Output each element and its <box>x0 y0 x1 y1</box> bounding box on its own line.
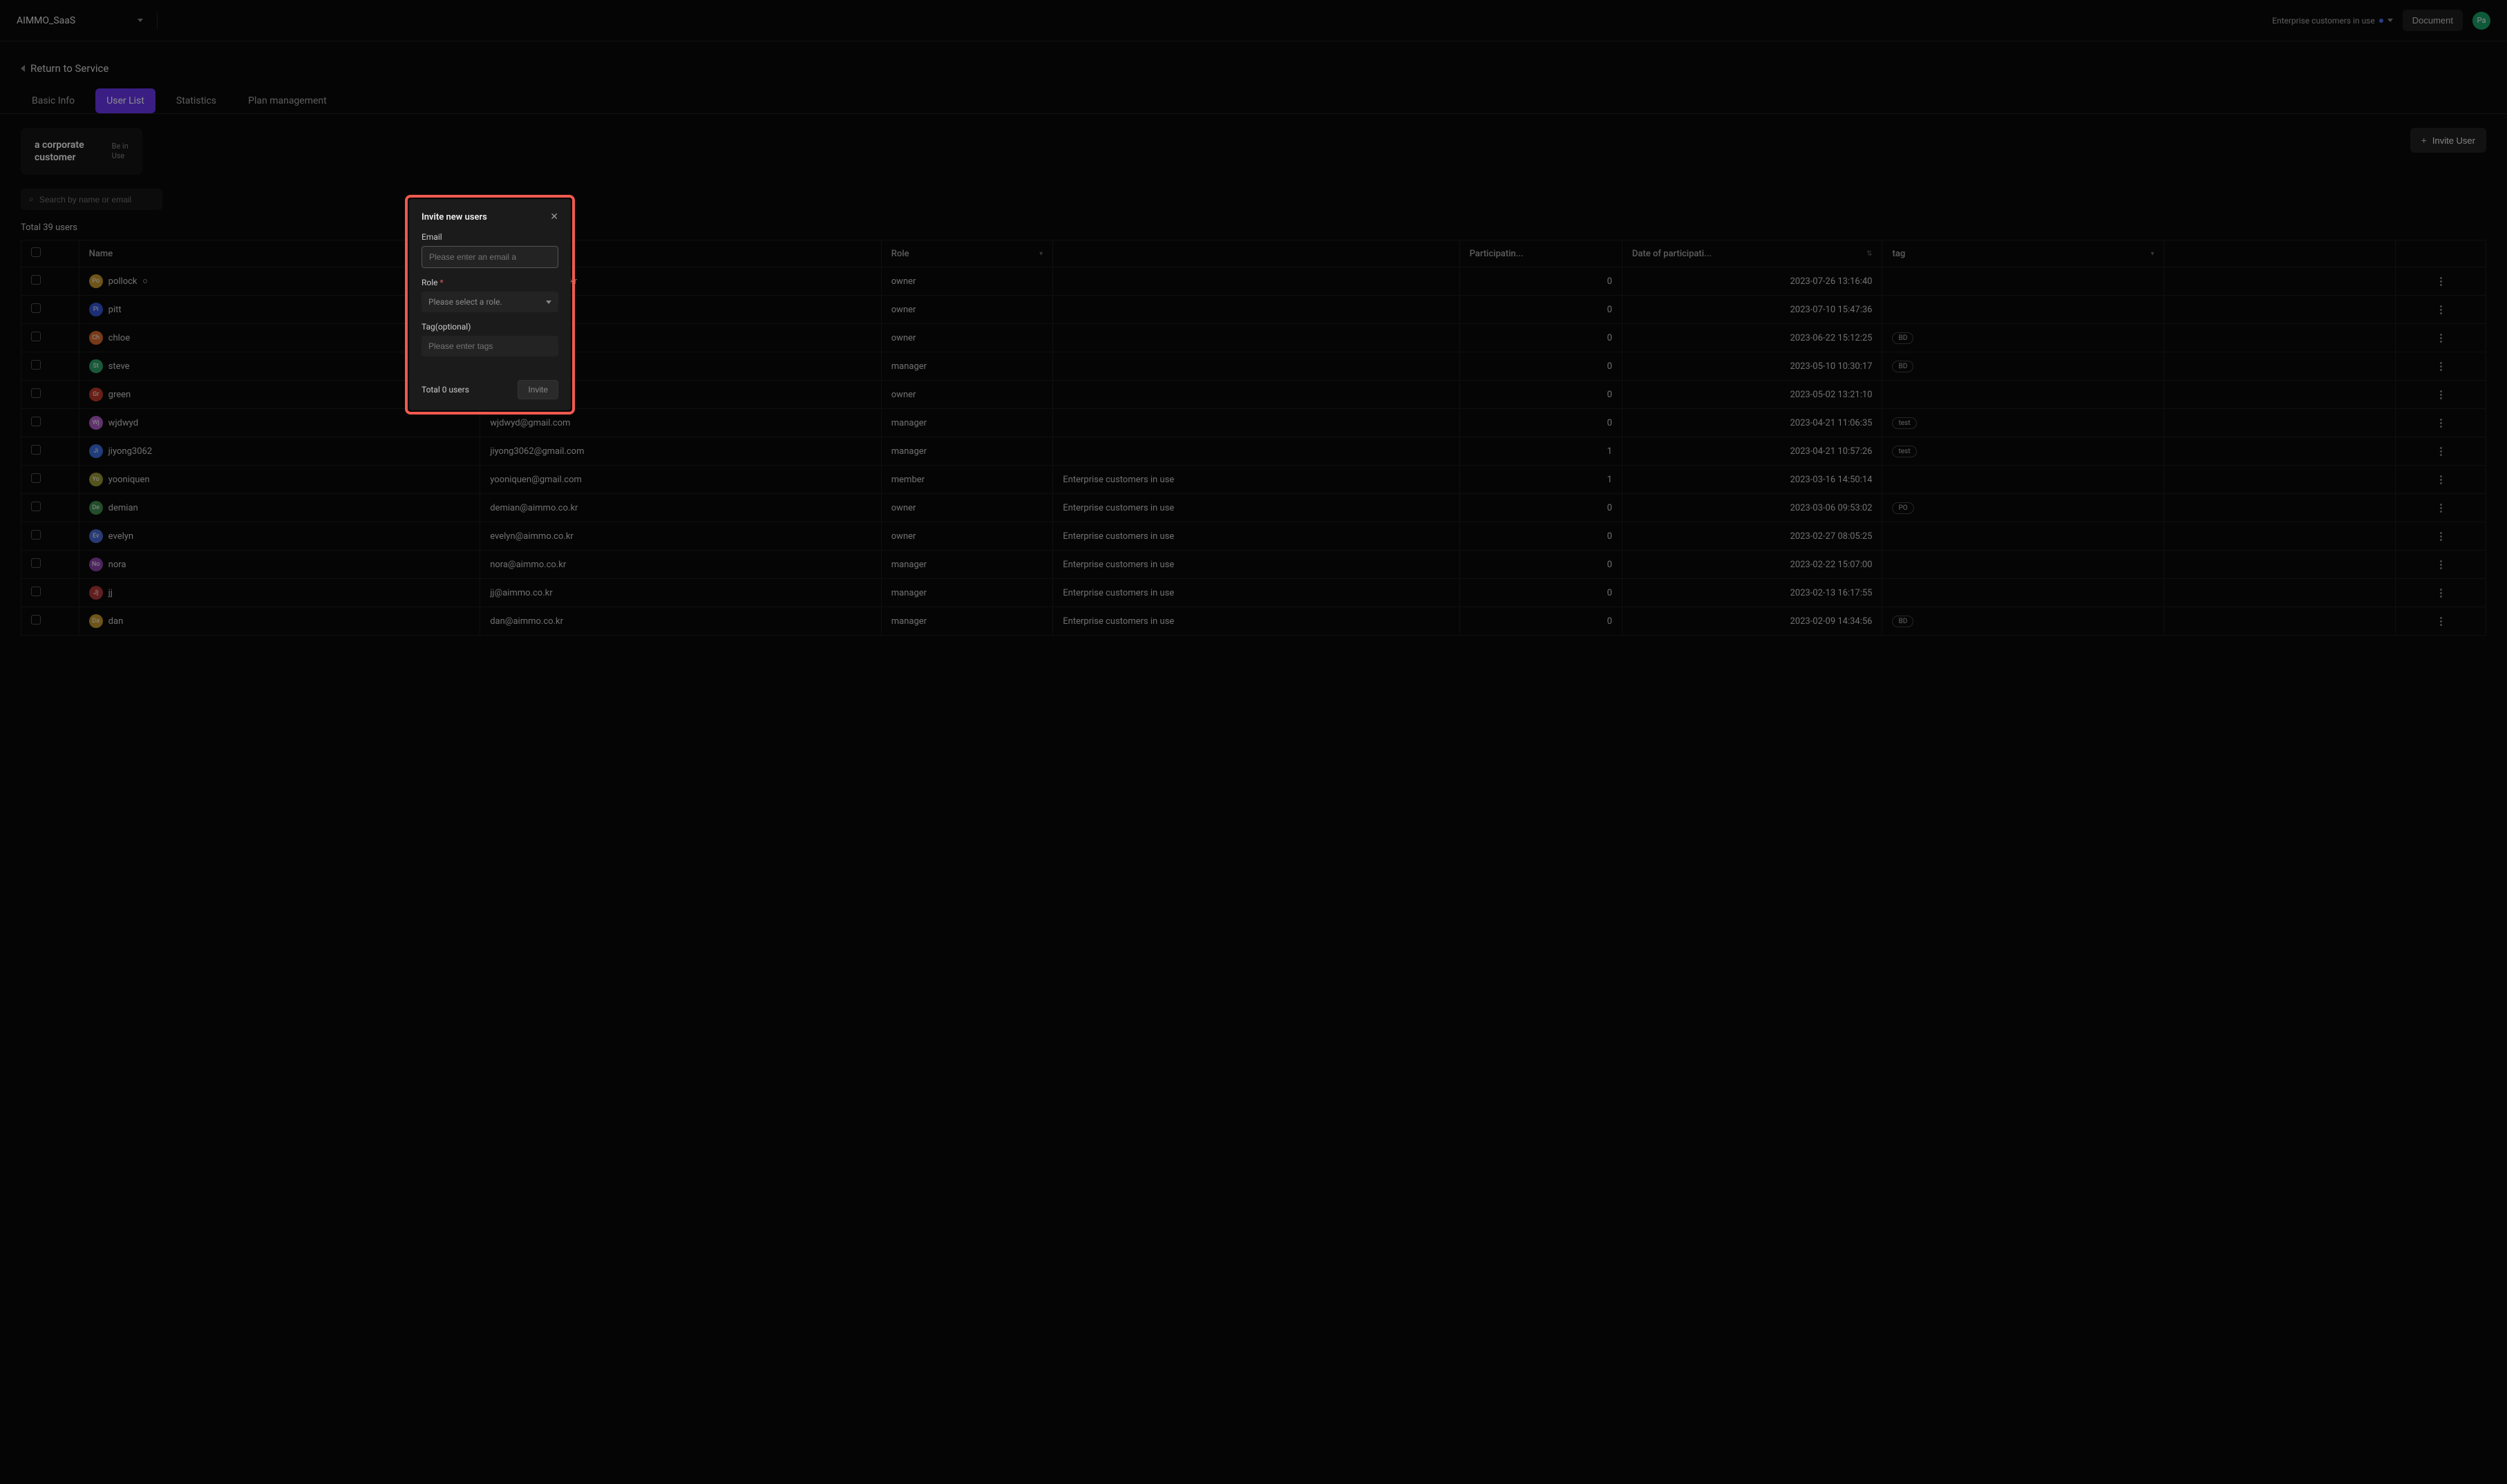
invite-users-modal: Invite new users ✕ Email Role * Please s… <box>409 199 571 410</box>
email-label: Email <box>422 232 558 242</box>
close-icon[interactable]: ✕ <box>550 211 558 222</box>
email-input[interactable] <box>422 246 558 268</box>
modal-highlight-frame: Invite new users ✕ Email Role * Please s… <box>405 195 575 415</box>
modal-total-label: Total 0 users <box>422 385 469 394</box>
modal-backdrop[interactable] <box>0 0 2507 1484</box>
role-placeholder: Please select a role. <box>428 297 502 307</box>
tag-label: Tag(optional) <box>422 322 558 332</box>
role-select[interactable]: Please select a role. <box>422 292 558 312</box>
required-asterisk: * <box>440 278 444 287</box>
role-label: Role * <box>422 278 558 287</box>
modal-title: Invite new users <box>422 212 487 222</box>
tag-input[interactable] <box>422 336 558 356</box>
modal-invite-button[interactable]: Invite <box>518 380 558 399</box>
chevron-down-icon <box>546 301 551 304</box>
